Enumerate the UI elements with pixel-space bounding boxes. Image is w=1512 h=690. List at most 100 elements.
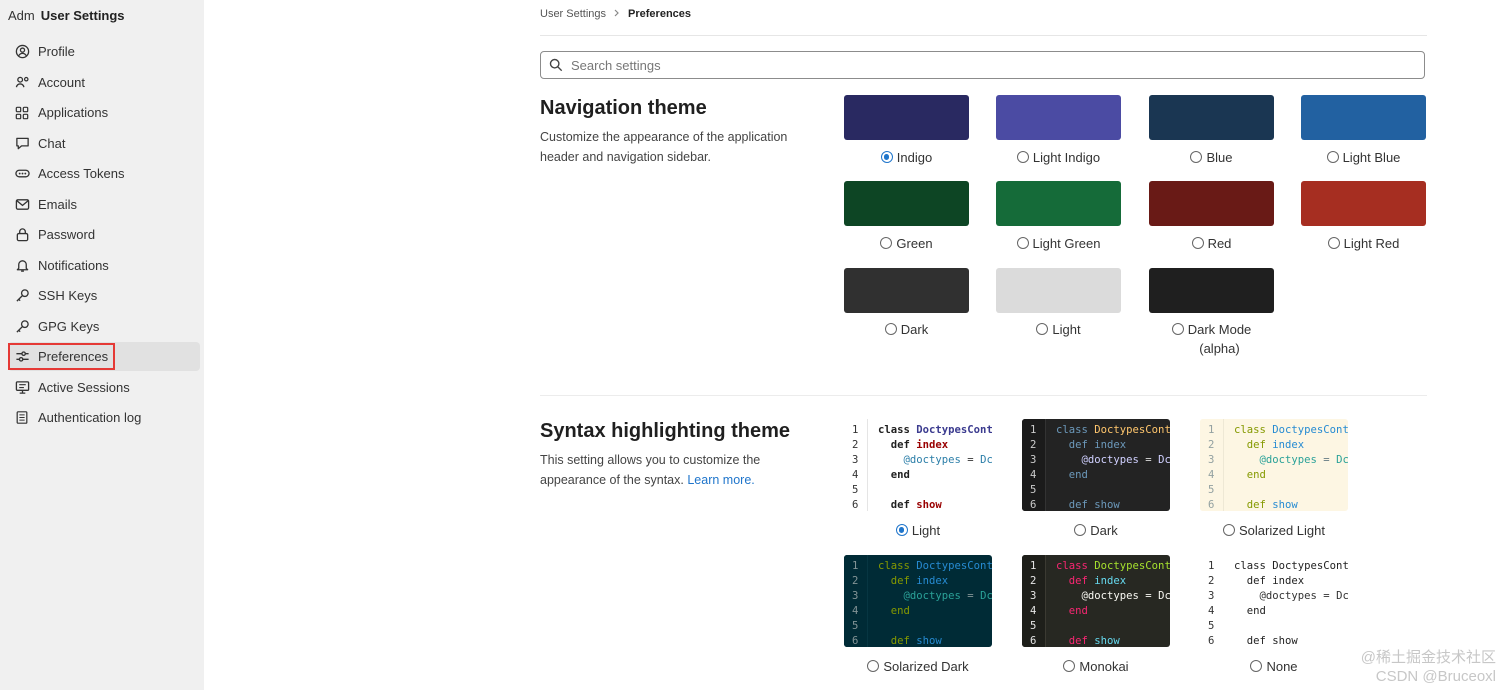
- search-input[interactable]: [569, 56, 1413, 74]
- swatch-dark-mode[interactable]: [1149, 268, 1274, 313]
- code-keyword: end: [1068, 469, 1088, 481]
- code-keyword: class: [1234, 424, 1266, 436]
- radio-blue[interactable]: Blue: [1149, 148, 1274, 167]
- radio-dark-mode[interactable]: Dark Mode (alpha): [1149, 320, 1274, 358]
- line-number: 2: [1208, 439, 1215, 451]
- radio-button[interactable]: [1063, 660, 1076, 672]
- radio-button[interactable]: [1250, 660, 1263, 672]
- radio-button[interactable]: [895, 524, 908, 536]
- code-body: class DoctypesCont def index @doctypes =…: [1046, 555, 1170, 647]
- radio-label: Light Blue: [1342, 150, 1401, 165]
- sidebar-item-account[interactable]: Account: [8, 68, 200, 97]
- code-preview-dark[interactable]: 1 2 3 4 5 6 class DoctypesCont def index @doct…: [1022, 419, 1170, 511]
- breadcrumb: User Settings Preferences: [540, 8, 691, 20]
- radio-syntax-monokai[interactable]: Monokai: [1022, 657, 1170, 676]
- sidebar-item-chat[interactable]: Chat: [8, 129, 200, 158]
- sidebar-item-label: Chat: [38, 136, 66, 151]
- watermark: @稀土掘金技术社区 CSDN @Bruceoxl: [1361, 648, 1496, 686]
- radio-button[interactable]: [1016, 151, 1029, 163]
- swatch-dark[interactable]: [844, 268, 969, 313]
- radio-button[interactable]: [1016, 237, 1029, 249]
- radio-button-selected[interactable]: [880, 151, 893, 163]
- code-method: show: [1094, 499, 1120, 511]
- code-method: index: [916, 575, 949, 587]
- radio-light-indigo[interactable]: Light Indigo: [996, 148, 1121, 167]
- radio-button[interactable]: [880, 237, 893, 249]
- radio-syntax-none[interactable]: None: [1200, 657, 1348, 676]
- radio-label: Solarized Light: [1239, 523, 1325, 538]
- radio-light-green[interactable]: Light Green: [996, 234, 1121, 253]
- code-line: class DoctypesCont: [1056, 559, 1170, 574]
- code-preview-light[interactable]: 1 2 3 4 5 6 class DoctypesCont def index @doct…: [844, 419, 992, 511]
- line-number-gutter: 1 2 3 4 5 6: [1200, 555, 1224, 647]
- code-preview-none[interactable]: 1 2 3 4 5 6 class DoctypesCont def index @doct…: [1200, 555, 1348, 647]
- radio-button[interactable]: [1036, 323, 1049, 335]
- swatch-light-blue[interactable]: [1301, 95, 1426, 140]
- sidebar-item-access-tokens[interactable]: Access Tokens: [8, 159, 200, 188]
- radio-syntax-dark[interactable]: Dark: [1022, 521, 1170, 540]
- radio-green[interactable]: Green: [844, 234, 969, 253]
- radio-button[interactable]: [1191, 237, 1204, 249]
- sidebar-item-label: Profile: [38, 44, 75, 59]
- line-number: 4: [852, 469, 859, 481]
- sidebar-item-ssh-keys[interactable]: SSH Keys: [8, 281, 200, 310]
- code-line: end: [878, 604, 992, 619]
- code-body: class DoctypesCont def index @doctypes =…: [1224, 555, 1348, 647]
- code-preview-solarized-light[interactable]: 1 2 3 4 5 6 class DoctypesCont def index @doct…: [1200, 419, 1348, 511]
- radio-label: Light: [1052, 322, 1081, 337]
- sidebar-item-authentication-log[interactable]: Authentication log: [8, 403, 200, 432]
- learn-more-link[interactable]: Learn more.: [687, 473, 754, 487]
- radio-light-red[interactable]: Light Red: [1301, 234, 1426, 253]
- radio-button[interactable]: [867, 660, 880, 672]
- sidebar-item-applications[interactable]: Applications: [8, 98, 200, 127]
- swatch-light[interactable]: [996, 268, 1121, 313]
- code-class-name: DoctypesCont: [1094, 560, 1170, 572]
- breadcrumb-parent-link[interactable]: User Settings: [540, 8, 606, 20]
- sidebar-item-active-sessions[interactable]: Active Sessions: [8, 373, 200, 402]
- radio-button[interactable]: [1190, 151, 1203, 163]
- code-body: class DoctypesCont def index @doctypes =…: [868, 555, 992, 647]
- code-preview-solarized-dark[interactable]: 1 2 3 4 5 6 class DoctypesCont def index @doct…: [844, 555, 992, 647]
- radio-indigo[interactable]: Indigo: [844, 148, 969, 167]
- swatch-light-indigo[interactable]: [996, 95, 1121, 140]
- line-number: 1: [852, 424, 859, 436]
- radio-button[interactable]: [884, 323, 897, 335]
- code-method: show: [916, 635, 942, 647]
- radio-label: None: [1266, 659, 1298, 674]
- swatch-indigo[interactable]: [844, 95, 969, 140]
- radio-syntax-solarized-dark[interactable]: Solarized Dark: [844, 657, 992, 676]
- swatch-green[interactable]: [844, 181, 969, 226]
- radio-light[interactable]: Light: [996, 320, 1121, 339]
- sidebar-item-label: Account: [38, 75, 85, 90]
- radio-button[interactable]: [1074, 524, 1087, 536]
- radio-button[interactable]: [1326, 151, 1339, 163]
- radio-button[interactable]: [1327, 237, 1340, 249]
- swatch-light-green[interactable]: [996, 181, 1121, 226]
- radio-dark[interactable]: Dark: [844, 320, 969, 339]
- line-number: 2: [1208, 575, 1215, 587]
- radio-button[interactable]: [1223, 524, 1235, 536]
- sidebar-item-password[interactable]: Password: [8, 220, 200, 249]
- radio-light-blue[interactable]: Light Blue: [1301, 148, 1426, 167]
- radio-red[interactable]: Red: [1149, 234, 1274, 253]
- code-line: end: [1056, 604, 1170, 619]
- sidebar-item-notifications[interactable]: Notifications: [8, 251, 200, 280]
- sidebar-item-preferences[interactable]: Preferences: [7, 342, 200, 371]
- radio-syntax-light[interactable]: Light: [844, 521, 992, 540]
- code-preview-monokai[interactable]: 1 2 3 4 5 6 class DoctypesCont def index @doct…: [1022, 555, 1170, 647]
- swatch-blue[interactable]: [1149, 95, 1274, 140]
- code-line: class DoctypesCont: [1234, 423, 1348, 438]
- sidebar-item-label: Active Sessions: [38, 380, 130, 395]
- sidebar-item-gpg-keys[interactable]: GPG Keys: [8, 312, 200, 341]
- sidebar-item-label: Applications: [38, 105, 109, 120]
- code-keyword: end: [1246, 469, 1266, 481]
- sidebar-item-emails[interactable]: Emails: [8, 190, 200, 219]
- code-keyword: class: [878, 560, 910, 572]
- swatch-light-red[interactable]: [1301, 181, 1426, 226]
- radio-label: Dark: [900, 322, 929, 337]
- radio-syntax-solarized-light[interactable]: Solarized Light: [1200, 521, 1348, 540]
- radio-button[interactable]: [1171, 323, 1184, 335]
- radio-label: Light Indigo: [1032, 150, 1101, 165]
- sidebar-item-profile[interactable]: Profile: [8, 37, 200, 66]
- swatch-red[interactable]: [1149, 181, 1274, 226]
